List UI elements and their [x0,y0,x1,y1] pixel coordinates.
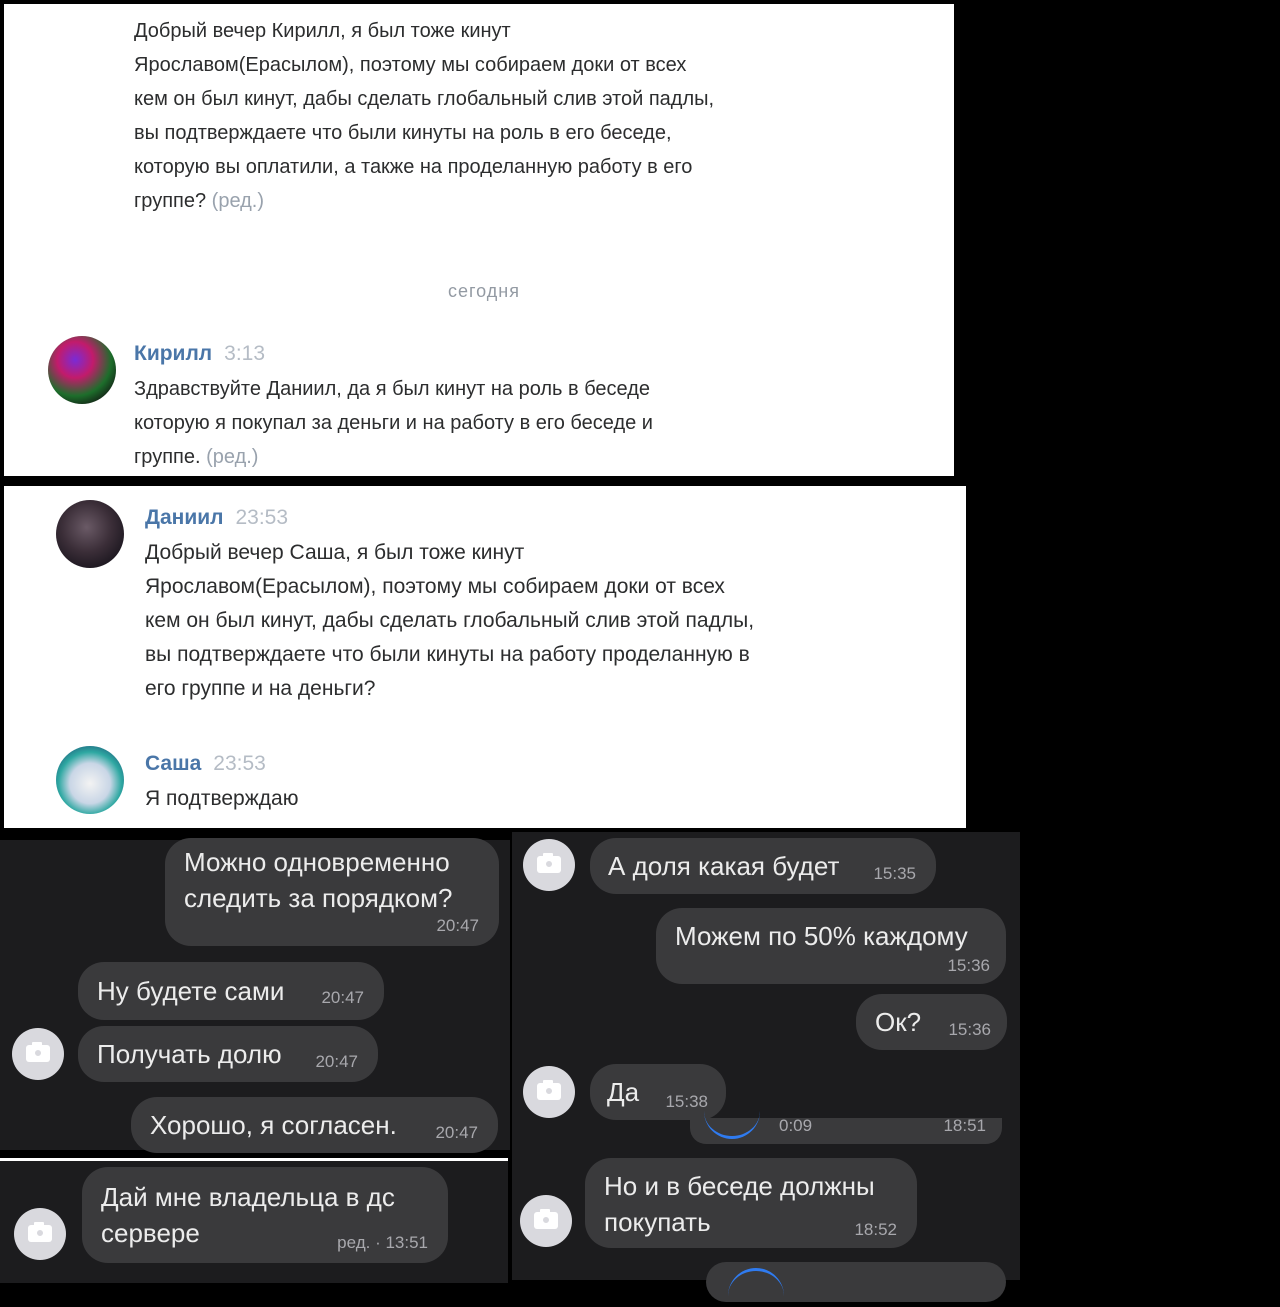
camera-icon[interactable] [523,839,575,891]
message-bubble-incoming[interactable]: А доля какая будет 15:35 [590,838,936,894]
message-time: 15:36 [947,956,990,975]
message-time: ред. · 13:51 [337,1233,428,1252]
voice-message-bubble[interactable]: 0:09 18:51 [690,1116,1002,1144]
message-bubble-incoming[interactable]: Ну будете сами 20:47 [78,962,384,1020]
avatar[interactable] [56,746,124,814]
avatar[interactable] [56,500,124,568]
message-time: 3:13 [224,342,266,365]
message-time: 15:38 [665,1092,708,1111]
play-icon[interactable] [704,1100,760,1139]
date-separator: сегодня [448,281,520,301]
sender-name[interactable]: Даниил 23:53 [145,506,288,530]
message-bubble-outgoing[interactable]: Можно одновременно следить за порядком? … [165,838,499,946]
message-bubble-outgoing[interactable]: Ок? 15:36 [856,994,1007,1050]
voice-message-bubble[interactable] [706,1262,1006,1302]
message-bubble-incoming[interactable]: Дай мне владельца в дс сервере ред. · 13… [82,1167,448,1263]
edited-label: (ред.) [206,446,259,468]
message-time: 23:53 [213,752,266,775]
message-time: 23:53 [235,506,289,529]
message-time: 20:47 [436,916,479,935]
message-time: 20:47 [321,988,364,1007]
message-time: 18:51 [943,1116,986,1135]
message-text: Добрый вечер Саша, я был тоже кинут Ярос… [145,541,755,700]
message-bubble-incoming[interactable]: Но и в беседе должны покупать 18:52 [585,1158,917,1248]
camera-icon[interactable] [14,1208,66,1260]
message-time: 18:52 [854,1220,897,1239]
voice-duration: 0:09 [779,1116,813,1135]
chat-screenshot-1: Добрый вечер Кирилл, я был тоже кинут Яр… [4,4,954,476]
message-time: 15:35 [873,864,916,883]
camera-icon[interactable] [523,1066,575,1118]
message-time: 15:36 [948,1020,991,1039]
message-time: 20:47 [315,1052,358,1071]
message-bubble-outgoing[interactable]: Хорошо, я согласен. 20:47 [131,1097,498,1153]
play-icon[interactable] [728,1268,784,1307]
message-text: Добрый вечер Кирилл, я был тоже кинут Яр… [134,20,715,212]
message-text: Здравствуйте Даниил, да я был кинут на р… [134,378,653,468]
avatar[interactable] [48,336,116,404]
message-time: 20:47 [435,1123,478,1142]
message-bubble-outgoing[interactable]: Можем по 50% каждому 15:36 [656,908,1006,984]
chat-screenshot-2: Даниил 23:53 Добрый вечер Саша, я был тож… [4,486,966,828]
message-text: Я подтверждаю [145,787,299,810]
edited-label: (ред.) [211,190,265,212]
camera-icon[interactable] [520,1195,572,1247]
sender-name[interactable]: Саша 23:53 [145,752,266,776]
message-bubble-incoming[interactable]: Получать долю 20:47 [78,1026,378,1082]
camera-icon[interactable] [12,1028,64,1080]
sender-name[interactable]: Кирилл 3:13 [134,342,265,366]
